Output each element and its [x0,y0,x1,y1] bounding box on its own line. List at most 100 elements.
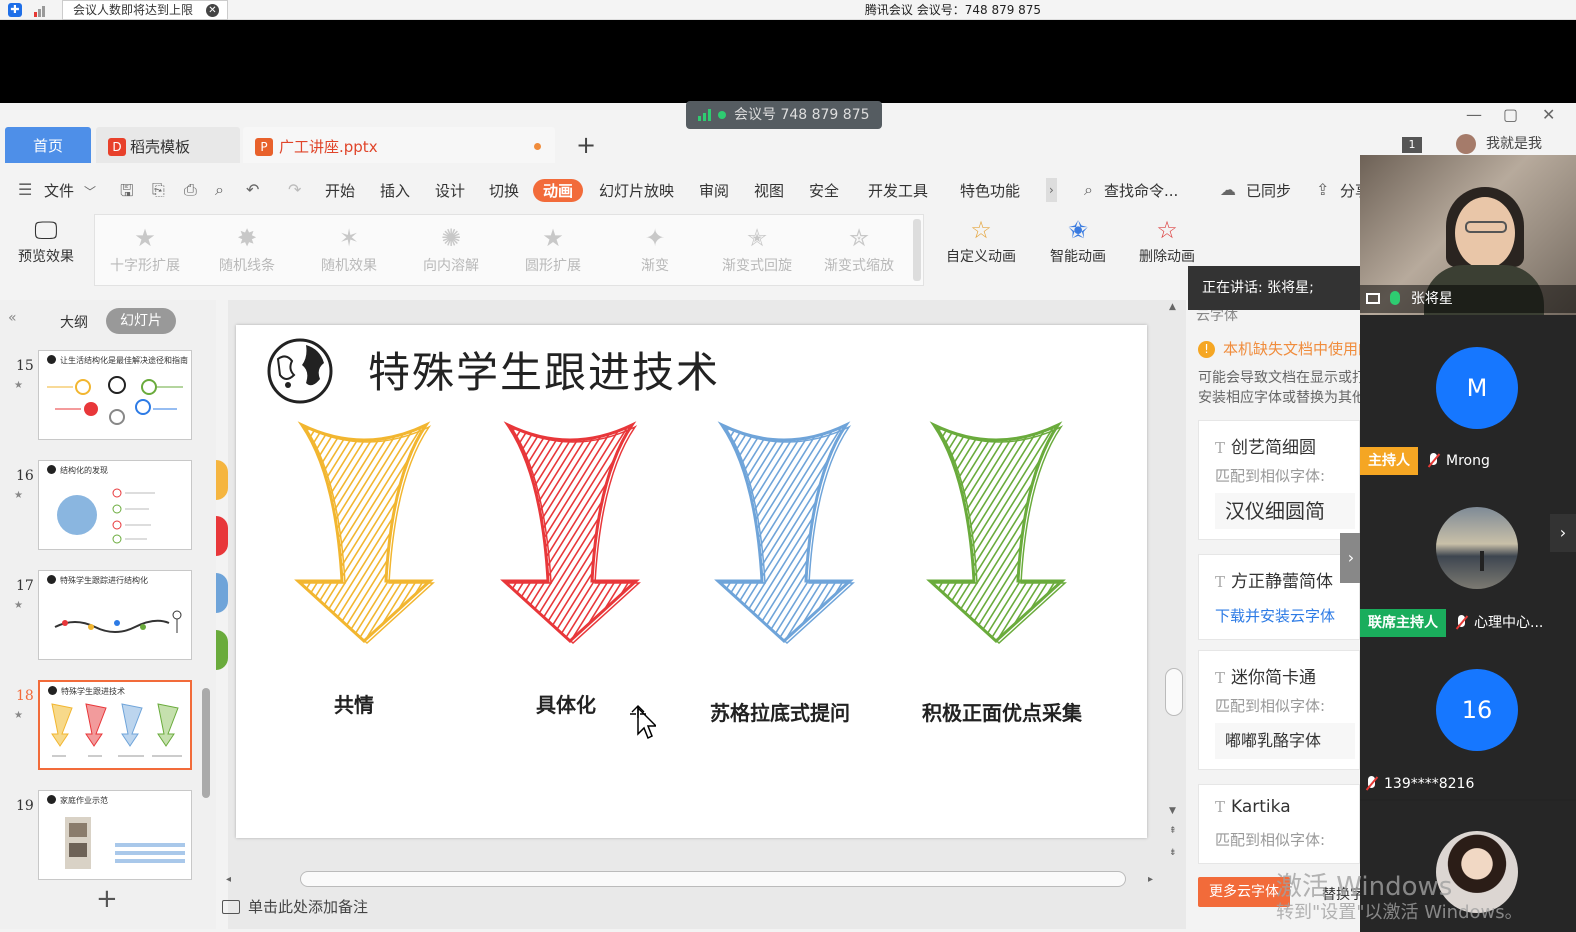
delete-animation-button[interactable]: ☆ 删除动画 [1134,214,1200,266]
preview-effect-button[interactable]: 🖵 预览效果 [14,214,78,266]
tab-outline[interactable]: 大纲 [60,312,88,332]
tab-home[interactable]: 首页 [5,127,91,163]
hatch-line [236,415,282,655]
slide-thumbnail[interactable]: 特殊学生跟踪进行结构化 [38,570,192,660]
slide-thumb-18[interactable]: 18 ★ 特殊学生跟进技术 [0,680,216,774]
slide-number: 19 [16,798,34,814]
font-match-value[interactable]: 汉仪细圆简 [1215,493,1355,529]
effect-circle-expand[interactable]: ★ 圆形扩展 [503,221,603,275]
slide-title[interactable]: 特殊学生跟进技术 [368,339,720,400]
effect-fade-swivel[interactable]: ✭ 渐变式回旋 [707,221,807,275]
download-font-link[interactable]: 下载并安装云字体 [1215,605,1335,626]
label-socratic-questioning[interactable]: 苏格拉底式提问 [710,697,850,726]
menu-animation[interactable]: 动画 [533,179,584,202]
menu-developer[interactable]: 开发工具 [868,180,928,201]
capacity-notice-text: 会议人数即将达到上限 [73,3,194,17]
window-count-badge[interactable]: 1 [1402,137,1422,153]
label-empathy[interactable]: 共情 [334,689,374,718]
new-tab-button[interactable]: + [574,131,598,159]
close-icon[interactable]: ✕ [206,4,219,17]
menu-start[interactable]: 开始 [325,180,355,201]
save-icon[interactable]: 🖫 [120,180,134,207]
slide-18[interactable]: 特殊学生跟进技术 共情 具体化 苏格拉底式提问 积极正面优点采集 [236,325,1147,838]
undo-icon[interactable]: ↶ [246,180,259,199]
print-preview-icon[interactable]: ⌕ [215,180,224,200]
chevron-right-icon[interactable]: › [1550,514,1576,552]
hatch-line [617,425,636,641]
effect-random-lines[interactable]: ✸ 随机线条 [197,221,297,275]
vertical-scrollbar[interactable] [1165,668,1183,716]
next-slide-icon[interactable]: ⇟ [1169,848,1177,858]
slide-thumb-19[interactable]: 19 家庭作业示范 [0,790,216,884]
horizontal-scrollbar[interactable] [300,871,1126,887]
minimize-icon[interactable]: — [1466,105,1482,124]
slide-thumbnail-selected[interactable]: 特殊学生跟进技术 [38,680,192,770]
effect-cross-expand[interactable]: ★ 十字形扩展 [95,221,195,275]
prev-slide-icon[interactable]: ⇞ [1169,826,1177,836]
search-icon[interactable]: ⌕ [1084,180,1093,200]
menu-transition[interactable]: 切换 [489,180,519,201]
meeting-id-pill[interactable]: 会议号 748 879 875 [686,101,882,129]
effect-random[interactable]: ✶ 随机效果 [299,221,399,275]
menu-insert[interactable]: 插入 [380,180,410,201]
menu-features[interactable]: 特色功能 [960,180,1020,201]
redo-icon[interactable]: ↷ [288,180,301,199]
font-card[interactable]: 方正静蕾简体 下载并安装云字体 [1198,554,1360,640]
effect-dissolve-in[interactable]: ✺ 向内溶解 [401,221,501,275]
hamburger-icon[interactable]: ☰ [18,180,32,199]
menu-slideshow[interactable]: 幻灯片放映 [599,180,674,201]
hatch-line [236,415,296,655]
slide-thumbnail[interactable]: 让生活结构化是最佳解决途径和指南 [38,350,192,440]
slide-thumb-16[interactable]: 16 ★ 结构化的发现 [0,460,216,554]
print-icon[interactable]: ⎙ [184,180,197,200]
label-positive-strengths[interactable]: 积极正面优点采集 [922,697,1082,726]
hatch-line [236,415,240,655]
slide-thumb-15[interactable]: 15 ★ 让生活结构化是最佳解决途径和指南 [0,350,216,444]
scroll-left-icon[interactable]: ◂ [226,874,231,885]
arrow-empathy[interactable] [236,415,681,655]
edge-tab [216,573,228,613]
sync-status[interactable]: 已同步 [1246,180,1291,201]
slide-thumbnail[interactable]: 结构化的发现 [38,460,192,550]
close-window-icon[interactable]: ✕ [1542,105,1555,124]
chevron-down-icon[interactable]: ﹀ [84,183,96,200]
tab-slides[interactable]: 幻灯片 [106,308,176,334]
hatch-line [596,425,636,641]
effect-fade-zoom[interactable]: ✮ 渐变式缩放 [809,221,909,275]
hatch-line [930,425,1062,641]
panel-expand-arrow-icon[interactable]: › [1340,533,1362,583]
label-concreteness[interactable]: 具体化 [536,689,596,718]
tab-template[interactable]: D 稻壳模板 [96,127,240,163]
menu-file[interactable]: 文件 [44,180,74,201]
scroll-up-icon[interactable]: ▲ [1169,302,1176,312]
scroll-down-icon[interactable]: ▼ [1169,806,1176,816]
user-account[interactable]: 我就是我 [1456,133,1542,154]
collapse-panel-icon[interactable]: « [8,310,17,326]
custom-animation-button[interactable]: ☆ 自定义动画 [940,214,1022,266]
hatch-line [722,415,872,655]
menu-design[interactable]: 设计 [435,180,465,201]
menu-review[interactable]: 审阅 [699,180,729,201]
maximize-icon[interactable]: ▢ [1503,105,1518,124]
menu-view[interactable]: 视图 [754,180,784,201]
scroll-right-icon[interactable]: ▸ [1148,874,1153,885]
menu-security[interactable]: 安全 [809,180,839,201]
effect-fade[interactable]: ✦ 渐变 [605,221,705,275]
smart-animation-button[interactable]: ✬ 智能动画 [1040,214,1116,266]
font-match-value[interactable]: 嘟嘟乳酪字体 [1215,723,1355,759]
notes-bar[interactable]: 单击此处添加备注 [222,896,368,917]
slide-thumbnail[interactable]: 家庭作业示范 [38,790,192,880]
tab-document[interactable]: P 广工讲座.pptx [243,127,555,163]
animation-star-icon: ★ [14,710,23,721]
gallery-scrollbar[interactable] [913,219,921,281]
export-icon[interactable]: ⎘ [152,180,165,200]
font-card[interactable]: 创艺简细圆 匹配到相似字体: 汉仪细圆简 [1198,420,1360,540]
font-card[interactable]: Kartika 匹配到相似字体: [1198,784,1360,864]
share-icon[interactable]: ⇪ [1316,180,1329,199]
add-slide-button[interactable]: + [96,884,118,914]
search-command[interactable]: 查找命令... [1104,180,1178,201]
more-menu-icon[interactable]: › [1046,178,1057,202]
slide-thumb-17[interactable]: 17 ★ 特殊学生跟踪进行结构化 [0,570,216,664]
thumbnail-title: 结构化的发现 [47,465,108,476]
font-card[interactable]: 迷你简卡通 匹配到相似字体: 嘟嘟乳酪字体 [1198,650,1360,770]
